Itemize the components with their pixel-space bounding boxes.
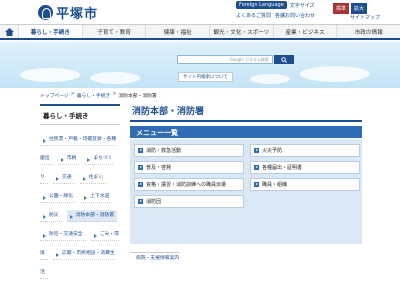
sidebar-item-parks[interactable]: 公園・緑化 (40, 191, 76, 203)
sidebar-item-safety[interactable]: 防犯・交通安全 (40, 229, 86, 241)
menu-item-training[interactable]: 資格・講習・消防訓練への職員派遣 (134, 178, 244, 191)
menu-item-label: 火災予防 (262, 148, 283, 154)
menu-item-staff[interactable]: 職員・組織 (250, 178, 360, 191)
site-search: Google カスタム検索 (177, 55, 294, 64)
main-content: 消防本部・消防署 メニュー一覧 消防・救急活動 火災予防 普及・啓発 各種届出・… (130, 104, 362, 263)
menu-item-fire-corps[interactable]: 消防団 (134, 195, 244, 208)
menu-grid: 消防・救急活動 火災予防 普及・啓発 各種届出・証明書 資格・講習・消防訓練への… (134, 144, 360, 208)
sidebar-item-consultation[interactable]: 広聴・市民相談・消費生活 (40, 248, 115, 279)
sidebar: 暮らし・手続き 住民票・戸籍・印鑑登録・各種届出 市税 まちづくり 交通 住まい… (40, 104, 120, 279)
sitemap-link[interactable]: サイトマップ (350, 14, 380, 21)
site-logo[interactable]: 平塚市 (38, 3, 98, 22)
site-title: 平塚市 (56, 7, 99, 22)
site-header: 平塚市 Foreign Language 文字サイズ 標準 拡大 よくあるご質問… (0, 0, 400, 22)
page-title: 消防本部・消防署 (130, 104, 362, 122)
sidebar-item-fire-dept[interactable]: 消防本部・消防署 (66, 210, 118, 222)
city-emblem-icon (38, 5, 53, 20)
menu-item-label: 各種届出・証明書 (262, 165, 303, 171)
menu-item-fire-prevention[interactable]: 火災予防 (250, 144, 360, 157)
menu-item-label: 普及・啓発 (146, 165, 172, 171)
breadcrumb-separator: > (70, 92, 75, 97)
hero-banner: Google カスタム検索 サイト内検索について (0, 42, 400, 88)
related-link[interactable]: 病院・支援情報案内 (130, 252, 180, 261)
font-size-switcher: 標準 拡大 (333, 3, 368, 14)
sidebar-item-traffic[interactable]: 交通 (52, 172, 75, 184)
breadcrumb-living[interactable]: 暮らし・手続き (77, 92, 111, 99)
search-input[interactable]: Google カスタム検索 (177, 55, 273, 64)
faq-link[interactable]: よくあるご質問 (236, 12, 271, 19)
cloud-shape (300, 66, 370, 82)
arrow-right-icon (254, 165, 259, 170)
sidebar-heading: 暮らし・手続き (40, 104, 120, 125)
nav-item-business[interactable]: 産業・ビジネス (272, 25, 337, 38)
nav-item-living[interactable]: 暮らし・手続き (18, 25, 82, 38)
home-icon[interactable] (0, 25, 18, 38)
font-size-standard-button[interactable]: 標準 (333, 3, 350, 14)
sidebar-item-tax[interactable]: 市税 (57, 153, 80, 165)
font-size-large-button[interactable]: 拡大 (351, 3, 368, 14)
menu-item-label: 職員・組織 (262, 182, 288, 188)
nav-item-city-info[interactable]: 市政の情報 (336, 25, 400, 38)
menu-item-awareness[interactable]: 普及・啓発 (134, 161, 244, 174)
arrow-right-icon (254, 182, 259, 187)
cloud-shape (90, 72, 140, 84)
cloud-shape (250, 74, 290, 84)
nav-item-health[interactable]: 健康・福祉 (145, 25, 209, 38)
breadcrumb-current: 消防本部・消防署 (118, 94, 157, 99)
contact-link[interactable]: 各課お問い合わせ (275, 12, 315, 19)
font-size-label: 文字サイズ (289, 2, 315, 9)
menu-item-notifications[interactable]: 各種届出・証明書 (250, 161, 360, 174)
breadcrumb-home[interactable]: トップページ (40, 92, 69, 99)
arrow-right-icon (138, 148, 143, 153)
cloud-shape (20, 68, 80, 82)
menu-panel: 消防・救急活動 火災予防 普及・啓発 各種届出・証明書 資格・講習・消防訓練への… (130, 139, 362, 244)
sidebar-item-housing[interactable]: 住まい (79, 172, 107, 184)
breadcrumb-separator: > (112, 92, 117, 97)
arrow-right-icon (138, 182, 143, 187)
menu-item-fire-ems[interactable]: 消防・救急活動 (134, 144, 244, 157)
menu-heading: メニュー一覧 (130, 126, 362, 138)
arrow-right-icon (138, 165, 143, 170)
menu-item-label: 消防・救急活動 (146, 148, 182, 154)
utility-links-row2: よくあるご質問 各課お問い合わせ (236, 12, 315, 19)
sidebar-item-water[interactable]: 上下水道 (81, 191, 113, 203)
search-help-link[interactable]: サイト内検索について (178, 72, 233, 82)
breadcrumb: トップページ > 暮らし・手続き > 消防本部・消防署 (40, 92, 157, 99)
arrow-right-icon (254, 148, 259, 153)
menu-item-label: 消防団 (146, 199, 162, 205)
sidebar-item-disaster[interactable]: 防災 (40, 210, 62, 222)
global-nav: 暮らし・手続き 子育て・教育 健康・福祉 観光・文化・スポーツ 産業・ビジネス … (0, 24, 400, 40)
nav-item-tourism[interactable]: 観光・文化・スポーツ (209, 25, 273, 38)
arrow-right-icon (138, 199, 143, 204)
nav-item-childcare[interactable]: 子育て・教育 (81, 25, 146, 38)
utility-links: Foreign Language 文字サイズ (236, 1, 315, 9)
menu-item-label: 資格・講習・消防訓練への職員派遣 (146, 182, 227, 188)
search-button[interactable] (274, 55, 294, 64)
foreign-language-button[interactable]: Foreign Language (236, 1, 287, 9)
search-icon (281, 56, 287, 63)
